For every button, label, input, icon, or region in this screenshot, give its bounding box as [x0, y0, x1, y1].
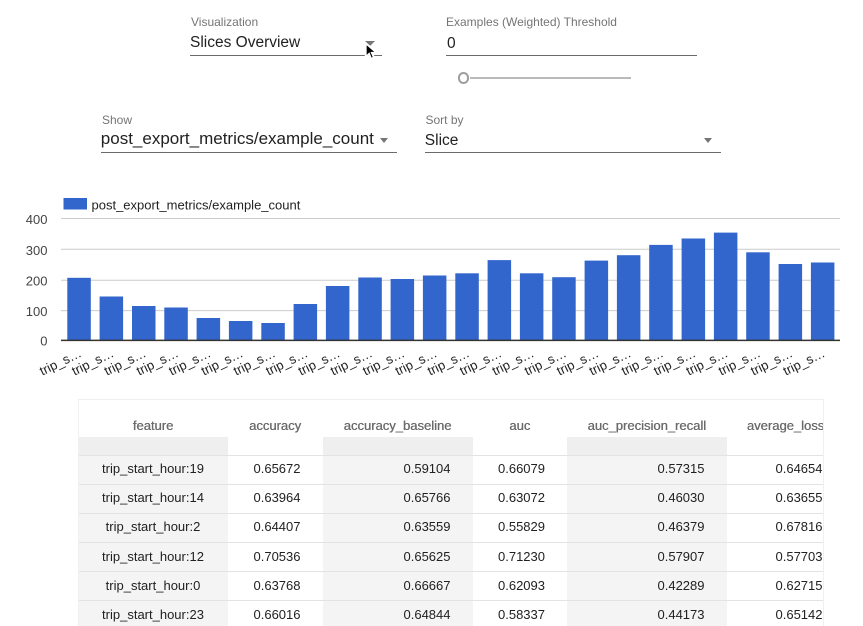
svg-text:400: 400: [26, 212, 48, 227]
svg-text:post_export_metrics/example_co: post_export_metrics/example_count: [92, 198, 301, 213]
svg-text:100: 100: [26, 304, 48, 319]
svg-text:0: 0: [40, 333, 47, 348]
svg-text:300: 300: [26, 243, 48, 258]
svg-text:200: 200: [26, 274, 48, 289]
